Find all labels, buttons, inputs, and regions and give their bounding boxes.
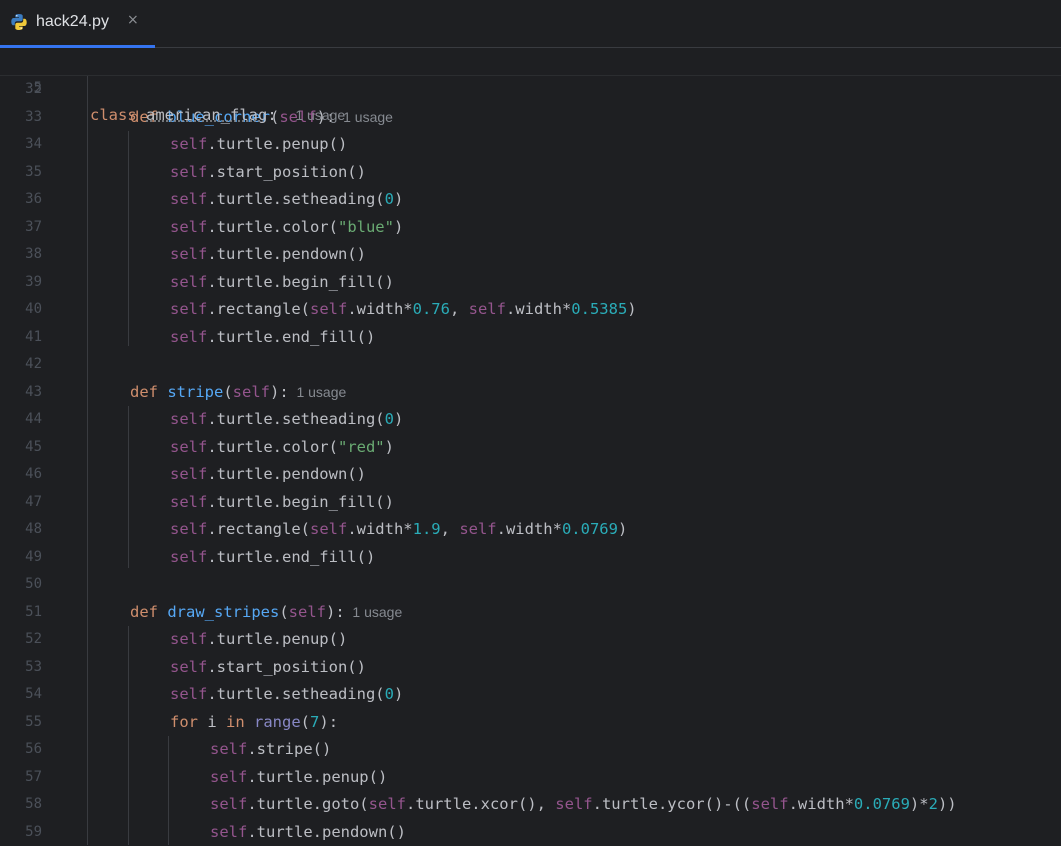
line-number: 46 [25, 466, 42, 482]
code-line[interactable]: 32 [0, 76, 1061, 103]
code-line[interactable]: 53 self.start_position() [0, 654, 1061, 681]
line-number: 47 [25, 493, 42, 510]
code-text: self.turtle.pendown() [170, 245, 366, 263]
line-number: 52 [25, 631, 42, 647]
line-number: 54 [25, 686, 42, 702]
line-number: 55 [25, 713, 42, 730]
sticky-code: class american_flag: 1 usage [90, 102, 345, 129]
line-number: 59 [25, 823, 42, 840]
code-text: def stripe(self): 1 usage [130, 382, 347, 401]
code-line[interactable]: 45 self.turtle.color("red") [0, 434, 1061, 461]
tab-filename: hack24.py [36, 13, 109, 30]
code-line[interactable]: 38 self.turtle.pendown() [0, 241, 1061, 268]
line-number: 44 [25, 411, 42, 427]
code-line[interactable]: 40 self.rectangle(self.width*0.76, self.w… [0, 296, 1061, 323]
line-number: 40 [25, 301, 42, 317]
code-text: self.start_position() [170, 162, 366, 181]
code-line[interactable]: 56 self.stripe() [0, 736, 1061, 763]
code-line[interactable]: 57 self.turtle.penup() [0, 764, 1061, 791]
tab-hack24[interactable]: hack24.py × [0, 0, 155, 48]
line-number: 45 [25, 438, 42, 455]
usage-hint[interactable]: 1 usage [295, 107, 345, 123]
code-text: self.turtle.setheading(0) [170, 190, 404, 208]
editor-tab-bar: hack24.py × [0, 0, 1061, 48]
line-number: 39 [25, 273, 42, 290]
colon: : [267, 106, 277, 124]
code-text: self.turtle.begin_fill() [170, 492, 394, 511]
code-text: self.turtle.begin_fill() [170, 272, 394, 291]
line-number: 36 [25, 191, 42, 207]
line-number: 38 [25, 246, 42, 262]
line-number: 43 [25, 383, 42, 400]
code-line[interactable]: 43 def stripe(self): 1 usage [0, 379, 1061, 406]
sticky-scope-header[interactable]: 5 class american_flag: 1 usage [0, 48, 1061, 124]
line-number: 49 [25, 548, 42, 565]
line-number: 42 [25, 356, 42, 372]
usage-hint[interactable]: 1 usage [289, 384, 346, 400]
code-line[interactable]: 49 self.turtle.end_fill() [0, 544, 1061, 571]
code-text: self.turtle.color("red") [170, 437, 394, 456]
line-number: 48 [25, 521, 42, 537]
code-text: self.turtle.penup() [210, 767, 388, 786]
code-line[interactable]: 46 self.turtle.pendown() [0, 461, 1061, 488]
code-text: self.turtle.color("blue") [170, 217, 404, 236]
line-number: 53 [25, 658, 42, 675]
code-line[interactable]: 41 self.turtle.end_fill() [0, 324, 1061, 351]
line-number: 58 [25, 796, 42, 812]
code-text: self.turtle.pendown() [210, 822, 406, 841]
code-text: self.turtle.pendown() [170, 465, 366, 483]
code-line[interactable]: 39 self.turtle.begin_fill() [0, 269, 1061, 296]
line-number: 41 [25, 328, 42, 345]
code-editor[interactable]: 32 33 def blue_corner(self): 1 usage 34 self… [0, 48, 1061, 845]
code-line[interactable]: 58 self.turtle.goto(self.turtle.xcor(), s… [0, 791, 1061, 818]
close-icon[interactable]: × [127, 12, 139, 28]
code-text: self.turtle.end_fill() [170, 547, 376, 566]
usage-hint[interactable]: 1 usage [345, 604, 402, 620]
code-line[interactable]: 37 self.turtle.color("blue") [0, 214, 1061, 241]
code-line[interactable]: 55 for i in range(7): [0, 709, 1061, 736]
code-text: self.turtle.end_fill() [170, 327, 376, 346]
python-icon [10, 13, 28, 31]
code-text: self.rectangle(self.width*0.76, self.wid… [170, 300, 637, 318]
code-text: self.turtle.setheading(0) [170, 410, 404, 428]
code-line[interactable]: 48 self.rectangle(self.width*1.9, self.wi… [0, 516, 1061, 543]
code-text: self.stripe() [210, 740, 332, 758]
code-line[interactable]: 34 self.turtle.penup() [0, 131, 1061, 158]
class-name: american_flag [146, 106, 268, 124]
code-text: self.turtle.penup() [170, 630, 348, 648]
line-number: 35 [25, 163, 42, 180]
line-number: 56 [25, 741, 42, 757]
code-line[interactable]: 54 self.turtle.setheading(0) [0, 681, 1061, 708]
line-number: 57 [25, 768, 42, 785]
code-line[interactable]: 44 self.turtle.setheading(0) [0, 406, 1061, 433]
code-text: self.turtle.goto(self.turtle.xcor(), sel… [210, 795, 957, 813]
line-number: 5 [33, 80, 42, 96]
class-keyword: class [90, 106, 137, 124]
code-line[interactable]: 52 self.turtle.penup() [0, 626, 1061, 653]
code-line[interactable]: 35 self.start_position() [0, 159, 1061, 186]
code-line[interactable]: 42 [0, 351, 1061, 378]
line-number: 50 [25, 576, 42, 592]
code-text: for i in range(7): [170, 712, 339, 731]
code-line[interactable]: 47 self.turtle.begin_fill() [0, 489, 1061, 516]
code-text: def draw_stripes(self): 1 usage [130, 602, 403, 621]
code-text: self.start_position() [170, 657, 366, 676]
code-text: self.rectangle(self.width*1.9, self.widt… [170, 520, 628, 538]
line-number: 51 [25, 603, 42, 620]
code-text: self.turtle.setheading(0) [170, 685, 404, 703]
code-line[interactable]: 50 [0, 571, 1061, 598]
code-line[interactable]: 36 self.turtle.setheading(0) [0, 186, 1061, 213]
code-line[interactable]: 59 self.turtle.pendown() [0, 819, 1061, 846]
line-number: 37 [25, 218, 42, 235]
code-text: self.turtle.penup() [170, 135, 348, 153]
code-line[interactable]: 51 def draw_stripes(self): 1 usage [0, 599, 1061, 626]
